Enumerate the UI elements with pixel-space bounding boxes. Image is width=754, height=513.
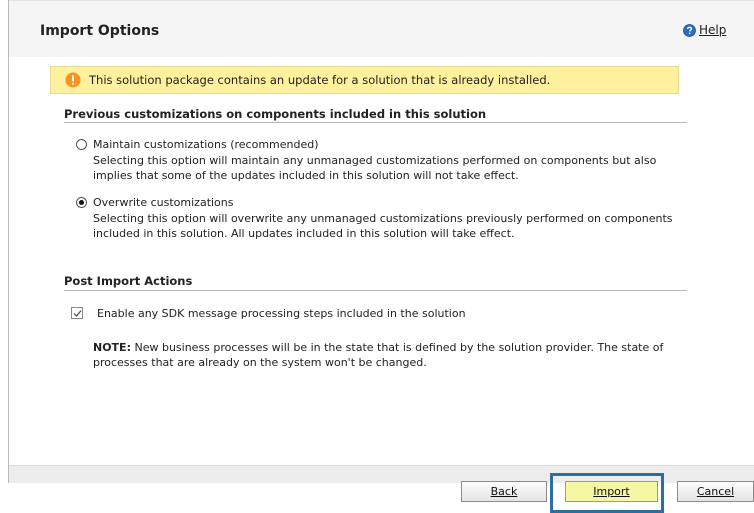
post-import-divider — [64, 290, 687, 291]
back-button-label: Back — [490, 485, 518, 498]
help-label: Help — [699, 23, 727, 37]
overwrite-radio[interactable] — [76, 197, 87, 208]
overwrite-option[interactable]: Overwrite customizations — [76, 196, 234, 209]
dialog-header: Import Options — [9, 0, 754, 58]
warning-icon — [65, 72, 81, 88]
back-button[interactable]: Back — [461, 481, 547, 502]
sdk-steps-checkbox[interactable] — [71, 307, 83, 319]
help-link[interactable]: Help — [683, 22, 726, 38]
maintain-description-line1: Selecting this option will maintain any … — [93, 154, 657, 167]
import-button[interactable]: Import — [565, 481, 658, 502]
maintain-radio[interactable] — [76, 139, 87, 150]
customizations-heading: Previous customizations on components in… — [64, 107, 487, 121]
overwrite-description-line2: included in this solution. All updates i… — [93, 227, 515, 240]
overwrite-description-line1: Selecting this option will overwrite any… — [93, 212, 673, 225]
overwrite-label: Overwrite customizations — [93, 196, 234, 209]
note-text: NOTE: New business processes will be in … — [93, 340, 683, 370]
customizations-divider — [64, 122, 687, 123]
warning-text: This solution package contains an update… — [89, 73, 551, 87]
note-line2: processes that are already on the system… — [93, 356, 427, 369]
cancel-button-label: Cancel — [696, 485, 735, 498]
overwrite-description: Selecting this option will overwrite any… — [93, 211, 683, 241]
post-import-heading: Post Import Actions — [64, 274, 193, 288]
page-title: Import Options — [40, 23, 160, 39]
sdk-steps-label: Enable any SDK message processing steps … — [97, 307, 466, 320]
maintain-label: Maintain customizations (recommended) — [93, 138, 319, 151]
maintain-option[interactable]: Maintain customizations (recommended) — [76, 138, 319, 151]
import-button-label: Import — [593, 485, 630, 498]
help-icon — [683, 23, 696, 37]
maintain-description: Selecting this option will maintain any … — [93, 153, 683, 183]
cancel-button[interactable]: Cancel — [677, 481, 754, 502]
warning-banner: This solution package contains an update… — [50, 66, 679, 94]
maintain-description-line2: implies that some of the updates include… — [93, 169, 519, 182]
note-prefix: NOTE: — [93, 341, 131, 354]
checkmark-icon — [73, 309, 81, 317]
note-line1: New business processes will be in the st… — [130, 341, 664, 354]
